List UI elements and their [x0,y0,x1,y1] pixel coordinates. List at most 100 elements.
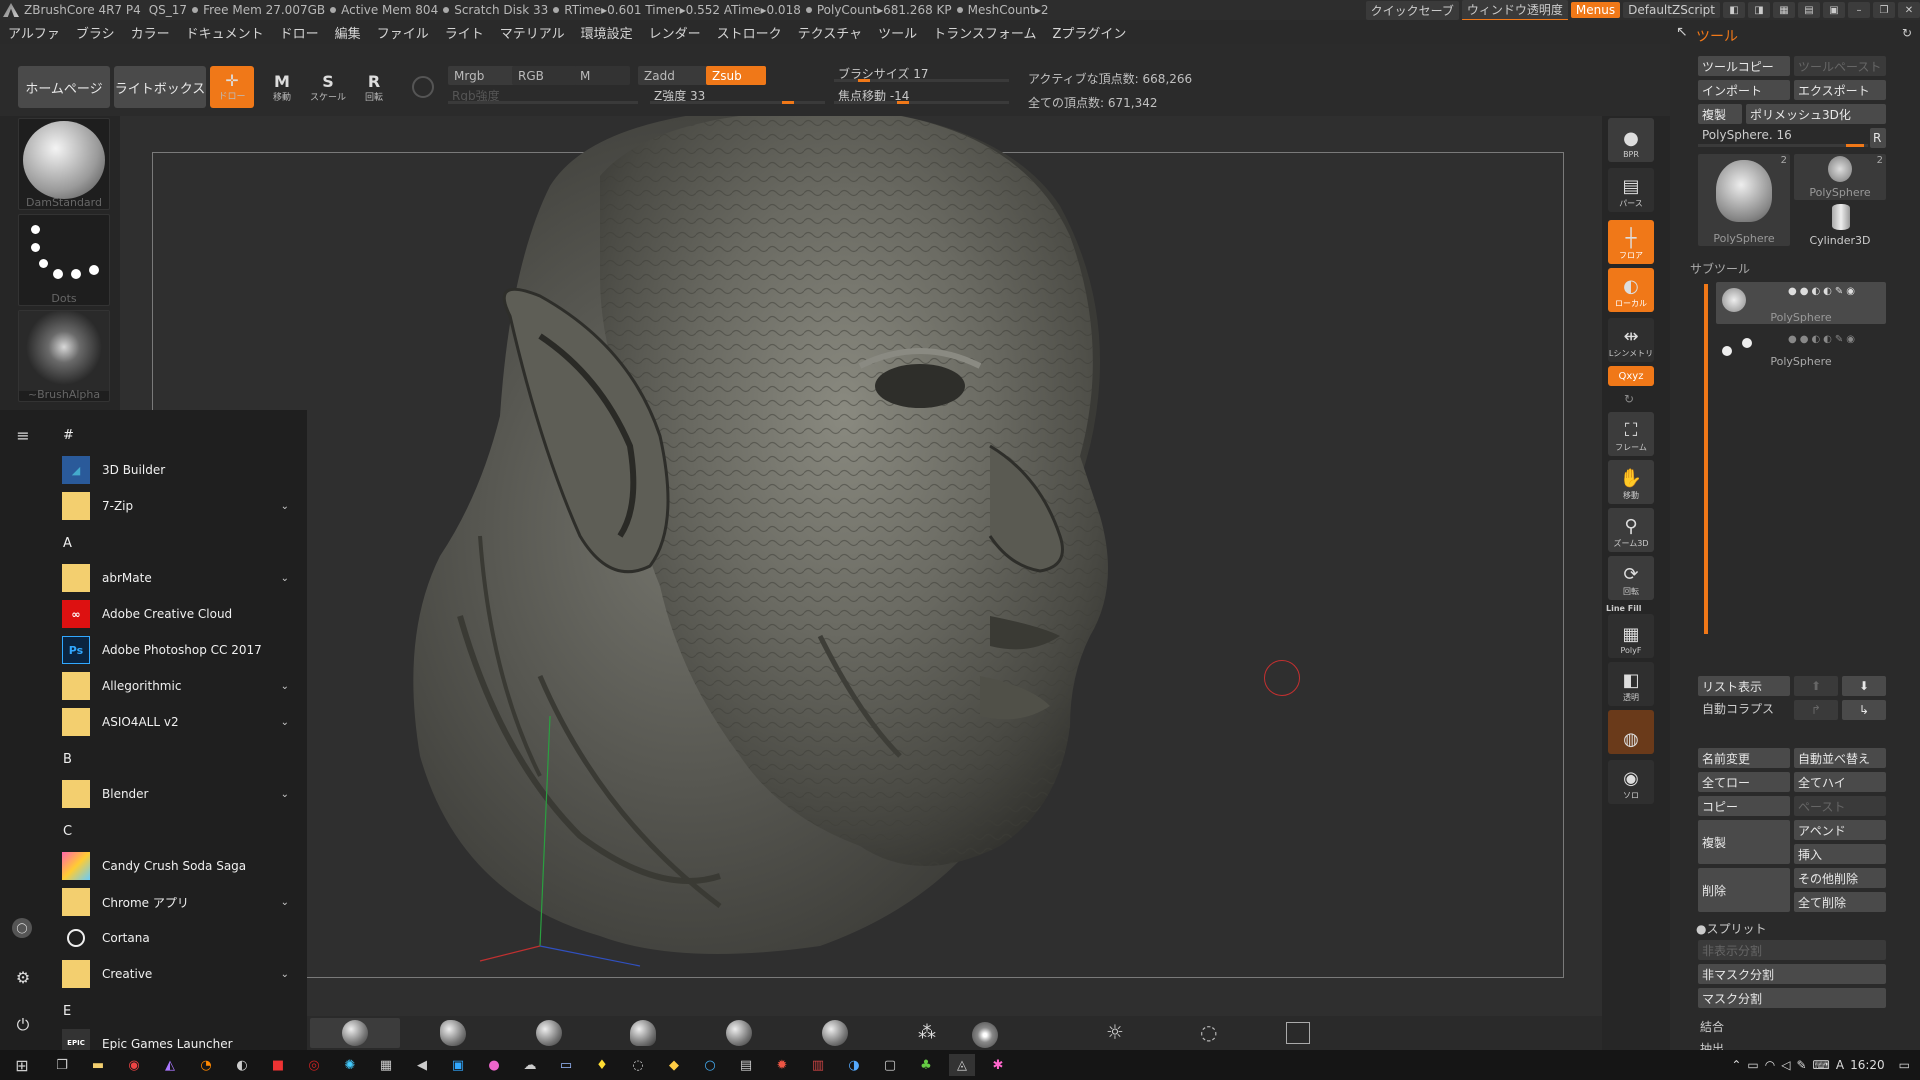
subtool-section-title[interactable]: サブツール [1690,260,1750,277]
menu-file[interactable]: ファイル [369,23,437,42]
paste-tool-button[interactable]: ツールペースト [1794,56,1886,76]
app-abrmate-folder[interactable]: abrMate ⌄ [62,561,297,595]
zadd-button[interactable]: Zadd [638,66,708,85]
app-plant-icon[interactable]: ♣ [913,1054,939,1076]
ghost-button[interactable]: ◍ [1608,710,1654,754]
transparency-button[interactable]: ◧ 透明 [1608,662,1654,706]
zoom-view-button[interactable]: ⚲ ズーム3D [1608,508,1654,552]
menu-light[interactable]: ライト [437,23,492,42]
chevron-down-icon[interactable]: ⌄ [281,717,289,728]
app-photoshop[interactable]: Ps Adobe Photoshop CC 2017 [62,633,297,667]
perspective-button[interactable]: ▤ パース [1608,168,1654,212]
brush-damstandard[interactable]: DamStandard [18,118,110,210]
chevron-down-icon[interactable]: ⌄ [281,681,289,692]
rotate-mode-button[interactable]: R 回転 [354,68,394,108]
quicksave-button[interactable]: クイックセーブ [1365,0,1459,20]
lightbox-button[interactable]: ライトボックス [114,66,206,108]
split-masked-button[interactable]: マスク分割 [1698,988,1886,1008]
move-view-button[interactable]: ✋ 移動 [1608,460,1654,504]
app-key-icon[interactable]: ♦ [589,1054,615,1076]
menu-brush[interactable]: ブラシ [68,23,123,42]
subtool-toggle-icons[interactable]: ●●◐◐✎◉ [1788,334,1858,345]
app-circle-icon[interactable]: ◌ [625,1054,651,1076]
menu-zplugin[interactable]: Zプラグイン [1045,23,1135,42]
menu-tool[interactable]: ツール [870,23,925,42]
move-brush-icon[interactable] [726,1020,752,1046]
tray-volume-icon[interactable]: ◁ [1781,1058,1790,1072]
ime-indicator[interactable]: A [1836,1058,1844,1072]
app-cloud-icon[interactable]: ☁ [517,1054,543,1076]
layout-right-icon[interactable]: ◨ [1748,2,1770,18]
floor-button[interactable]: ┼ フロア [1608,220,1654,264]
action-center-icon[interactable]: ▭ [1899,1058,1910,1072]
app-3d-builder[interactable]: ◢ 3D Builder [62,453,297,487]
app-epic-games[interactable]: EPIC Epic Games Launcher [62,1029,297,1050]
subtool-toggle-icons[interactable]: ●●◐◐✎◉ [1788,286,1858,297]
menu-draw[interactable]: ドロー [272,23,327,42]
z-intensity-slider[interactable]: Z強度 33 [650,86,825,105]
dots-stroke-icon[interactable]: ⁂ [918,1022,936,1043]
symmetry-button[interactable]: ⇹ Lシンメトリ [1608,318,1654,362]
tool-thumb-cylinder[interactable]: Cylinder3D [1794,202,1886,248]
app-camera-icon[interactable]: ▢ [877,1054,903,1076]
app-monitor-icon[interactable]: ▭ [553,1054,579,1076]
zbrush-task-icon[interactable]: ◐ [229,1054,255,1076]
draw-mode-button[interactable]: ✛ ドロー [210,66,254,108]
restore-icon[interactable]: ❐ [1873,2,1895,18]
settings-gear-icon[interactable]: ⚙ [12,966,34,988]
solo-button[interactable]: ◉ ソロ [1608,760,1654,804]
subtool-row-2[interactable]: ●●◐◐✎◉ PolySphere [1716,330,1886,372]
tool-thumb-polysphere-2[interactable]: 2 PolySphere [1794,154,1886,200]
move-mode-button[interactable]: M 移動 [262,68,302,108]
polysphere-slider[interactable]: PolySphere. 16 [1702,128,1792,142]
clay-brush-icon[interactable] [440,1020,466,1046]
import-button[interactable]: インポート [1698,80,1790,100]
document-canvas[interactable] [120,116,1602,1016]
zbrush-active-icon[interactable]: ◬ [949,1054,975,1076]
lasso-icon[interactable]: ◌ [1200,1020,1217,1044]
m-button[interactable]: M [574,66,630,85]
r-button[interactable]: R [1870,128,1886,148]
polyframe-button[interactable]: ▦ PolyF [1608,614,1654,658]
rename-button[interactable]: 名前変更 [1698,748,1790,768]
auto-collapse-label[interactable]: 自動コラプス [1702,700,1774,717]
clock[interactable]: 16:20 [1850,1058,1885,1072]
default-zscript-button[interactable]: DefaultZScript [1623,2,1720,18]
blender-icon[interactable]: ◔ [193,1054,219,1076]
smooth-brush-icon[interactable] [536,1020,562,1046]
append-button[interactable]: アペンド [1794,820,1886,840]
tray-keyboard-icon[interactable]: ⌨ [1813,1058,1830,1072]
power-icon[interactable]: ⏻ [12,1014,34,1036]
ui-layout-icon[interactable]: ▦ [1773,2,1795,18]
export-button[interactable]: エクスポート [1794,80,1886,100]
file-explorer-icon[interactable]: ▬ [85,1054,111,1076]
app-adobe-cc[interactable]: ∞ Adobe Creative Cloud [62,597,297,631]
brush-size-slider[interactable]: ブラシサイズ 17 [834,64,1009,83]
lock-icon[interactable]: ▣ [1823,2,1845,18]
chevron-down-icon[interactable]: ⌄ [281,573,289,584]
app-cortana[interactable]: Cortana [62,921,297,955]
move-up-icon[interactable]: ⬆ [1794,676,1838,696]
menu-transform[interactable]: トランスフォーム [925,23,1044,42]
visual-studio-icon[interactable]: ◭ [157,1054,183,1076]
chrome-icon[interactable]: ◉ [121,1054,147,1076]
window-transparency-button[interactable]: ウィンドウ透明度 [1461,0,1568,20]
menu-preferences[interactable]: 環境設定 [573,23,641,42]
rgb-intensity-slider[interactable]: Rgb強度 [448,86,638,105]
app-blender-folder[interactable]: Blender ⌄ [62,777,297,811]
all-high-button[interactable]: 全てハイ [1794,772,1886,792]
section-header-hash[interactable]: # [63,428,74,443]
pin-icon[interactable]: ↖ [1676,24,1688,40]
delete-other-button[interactable]: その他削除 [1794,868,1886,888]
refresh-icon[interactable]: ↻ [1902,26,1912,40]
xyz-button[interactable]: Qxyz [1608,366,1654,386]
copy-tool-button[interactable]: ツールコピー [1698,56,1790,76]
app-ring-icon[interactable]: ○ [697,1054,723,1076]
app-asio4all-folder[interactable]: ASIO4ALL v2 ⌄ [62,705,297,739]
home-page-button[interactable]: ホームページ [18,66,110,108]
app-window-icon[interactable]: ▤ [733,1054,759,1076]
ui-layout-2-icon[interactable]: ▤ [1798,2,1820,18]
split-unmasked-button[interactable]: 非マスク分割 [1698,964,1886,984]
menu-stroke[interactable]: ストローク [709,23,790,42]
split-hidden-button[interactable]: 非表示分割 [1698,940,1886,960]
